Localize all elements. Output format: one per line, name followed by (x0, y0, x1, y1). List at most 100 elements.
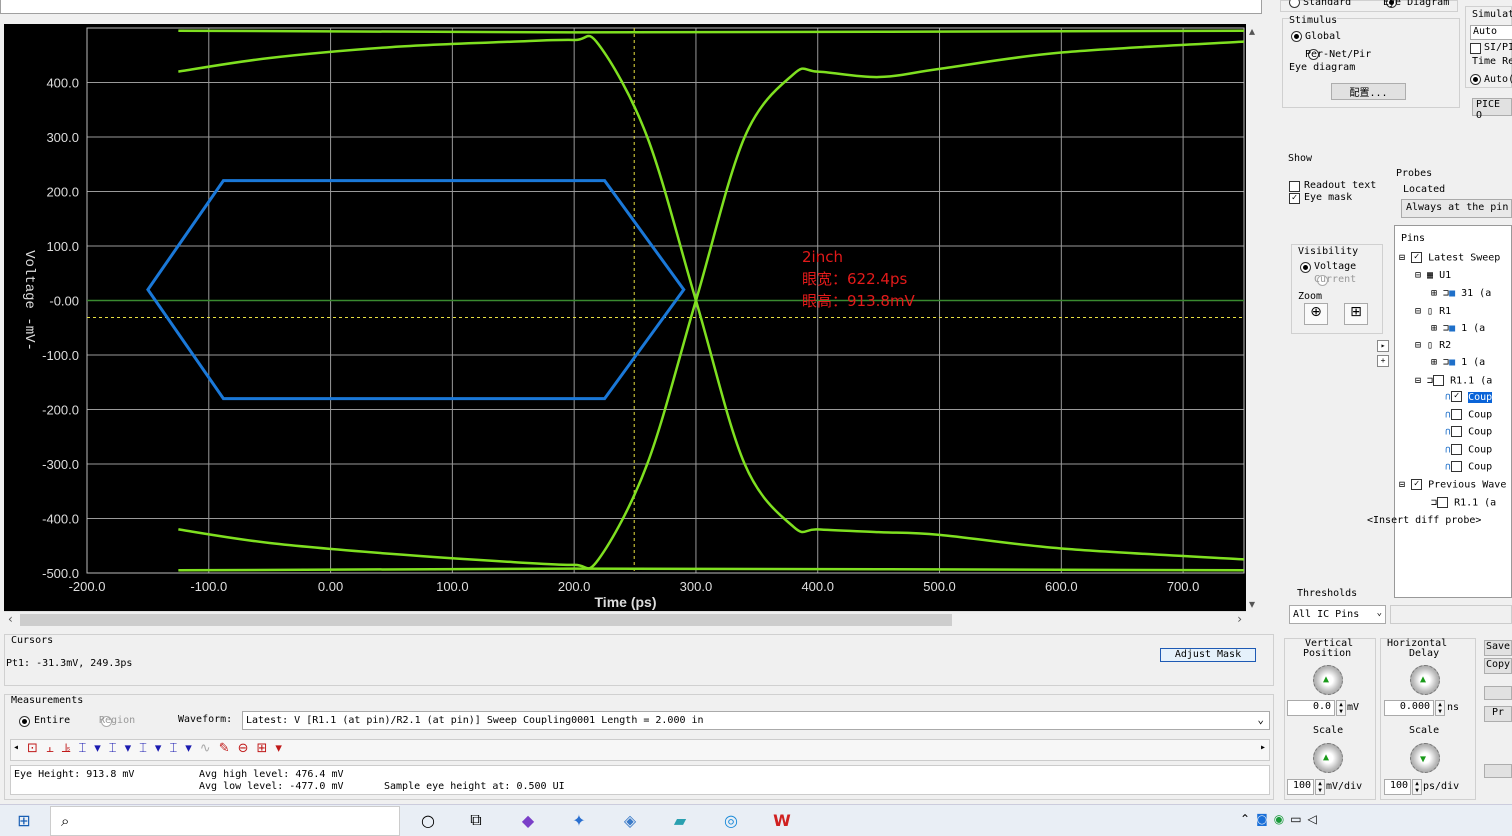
app-icon[interactable]: ✦ (565, 806, 593, 834)
tree-coupling-5[interactable]: ∩ Coup (1445, 461, 1492, 473)
delay-tool-icon[interactable]: ⊖ (238, 741, 257, 756)
y-tick-label: -500.0 (42, 566, 79, 581)
battery-icon[interactable]: ▭ (1290, 812, 1307, 826)
adjust-mask-button[interactable]: Adjust Mask (1160, 648, 1256, 662)
taskbar-search-box[interactable]: ⌕ (50, 806, 400, 836)
config-button[interactable]: 配置... (1331, 83, 1406, 100)
tree-latest-sweep[interactable]: ⊟ ✓ Latest Sweep (1399, 252, 1500, 264)
tree-u1[interactable]: ⊟ ▦ U1 (1415, 270, 1451, 281)
ringback-tool-icon[interactable]: ⌶▾ (169, 741, 199, 756)
visual-studio-icon[interactable]: ◆ (514, 806, 542, 834)
tree-r1-1[interactable]: ⊟ ⊐ R1.1 (a (1415, 375, 1492, 387)
scroll-left-icon[interactable]: ‹ (8, 612, 13, 626)
horizontal-scroll-thumb[interactable] (20, 614, 952, 626)
vertical-scale-input[interactable]: 100 (1287, 779, 1314, 795)
located-select[interactable]: Always at the pin (1401, 199, 1512, 218)
zoom-fit-icon[interactable]: ⊞ (1344, 303, 1368, 325)
toolbar-right-icon[interactable]: ▸ (1260, 742, 1266, 753)
tree-u1-pin[interactable]: ⊞ ⊐■ 31 (a (1431, 288, 1491, 299)
eye-diagram-plot[interactable]: -200.0 -100.0 0.00 100.0 200.0 300.0 400.0 500.… (4, 24, 1246, 611)
expand-panel-icon[interactable]: ▸ (1377, 340, 1389, 352)
edge-icon[interactable]: ◎ (717, 806, 745, 834)
entire-radio[interactable] (19, 716, 30, 727)
measurements-group: Measurements Entire Region Waveform: Lat… (4, 694, 1274, 800)
eye-diagram-label: Eye Diagram (1383, 0, 1450, 8)
standard-radio[interactable] (1289, 0, 1300, 8)
tray-up-icon[interactable]: ⌃ (1240, 812, 1256, 826)
pice-button[interactable]: PICE O (1472, 98, 1512, 121)
horizontal-delay-knob[interactable]: ▲ (1410, 665, 1440, 695)
scroll-up-icon[interactable]: ▴ (1249, 24, 1255, 38)
python-icon[interactable]: ◈ (616, 806, 644, 834)
tree-coupling-2[interactable]: ∩ Coup (1445, 409, 1492, 421)
pins-tree[interactable]: Pins ⊟ ✓ Latest Sweep ⊟ ▦ U1 ⊞ ⊐■ 31 (a … (1367, 225, 1512, 598)
measurement-tools[interactable]: ⊡⫠⫡⌶▾⌶▾⌶▾⌶▾∿✎⊖⊞▾ (27, 741, 290, 756)
vertical-position-knob[interactable]: ▲ (1313, 665, 1343, 695)
windows-start-icon[interactable]: ⊞ (10, 806, 38, 834)
task-view-icon[interactable]: ⧉ (462, 806, 490, 834)
horizontal-scale-spinner[interactable]: ▲ ▼ (1412, 779, 1422, 795)
vertical-scrollbar[interactable]: ▴ ▾ (1247, 24, 1261, 611)
vertical-scale-spinner[interactable]: ▲ ▼ (1315, 779, 1325, 795)
rise-time-tool-icon[interactable]: ⫠ (46, 741, 62, 756)
probe-tool-icon[interactable]: ✎ (219, 741, 238, 756)
voltage-radio[interactable] (1300, 262, 1311, 273)
horizontal-scale-input[interactable]: 100 (1384, 779, 1411, 795)
toolbar-left-icon[interactable]: ◂ (13, 742, 19, 753)
undershoot-tool-icon[interactable]: ⌶▾ (109, 741, 139, 756)
system-tray[interactable]: ⌃◙◉▭◁ (1240, 812, 1323, 826)
blank-button-2[interactable] (1484, 764, 1512, 778)
scroll-down-icon[interactable]: ▾ (1249, 597, 1255, 611)
fall-time-tool-icon[interactable]: ⫡ (62, 741, 79, 756)
x-tick-label: 500.0 (923, 579, 956, 594)
tree-previous-wave[interactable]: ⊟ ✓ Previous Wave (1399, 479, 1506, 491)
tree-r1-pin[interactable]: ⊞ ⊐■ 1 (a (1431, 323, 1485, 334)
tree-r2[interactable]: ⊟ ▯ R2 (1415, 340, 1451, 351)
chevron-down-icon: ⌄ (1376, 608, 1382, 618)
overshoot-tool-icon[interactable]: ⌶▾ (78, 741, 108, 756)
thresholds-select[interactable]: All IC Pins ⌄ (1289, 605, 1386, 624)
sim-select[interactable]: Auto (1470, 25, 1512, 40)
auto-label: Auto( (1484, 74, 1512, 85)
tray-app-icon[interactable]: ◙ (1256, 812, 1274, 826)
tree-r2-pin[interactable]: ⊞ ⊐■ 1 (a (1431, 357, 1485, 368)
zoom-in-icon[interactable]: ⊕ (1304, 303, 1328, 325)
eye-mask-checkbox[interactable]: ✓ (1289, 193, 1300, 204)
scroll-right-icon[interactable]: › (1237, 612, 1242, 626)
readout-text-checkbox[interactable] (1289, 181, 1300, 192)
tree-coupling-1[interactable]: ∩ ✓ Coup (1445, 391, 1493, 403)
vertical-position-input[interactable]: 0.0 (1287, 700, 1335, 716)
tree-coupling-4[interactable]: ∩ Coup (1445, 444, 1492, 456)
tree-coupling-3[interactable]: ∩ Coup (1445, 426, 1492, 438)
stimulus-title: Stimulus (1289, 15, 1338, 26)
cortana-icon[interactable]: ○ (414, 806, 442, 834)
wps-icon[interactable]: W (768, 806, 796, 834)
add-probe-icon[interactable]: + (1377, 355, 1389, 367)
tree-insert-diff-probe[interactable]: <Insert diff probe> (1367, 515, 1481, 526)
vertical-position-spinner[interactable]: ▲ ▼ (1336, 700, 1346, 716)
copy-button[interactable]: Copy (1484, 658, 1512, 674)
pins-title: Pins (1401, 233, 1426, 244)
vertical-scale-knob[interactable]: ▲ (1313, 743, 1343, 773)
auto-radio[interactable] (1470, 74, 1481, 85)
tree-r1[interactable]: ⊟ ▯ R1 (1415, 306, 1451, 317)
tree-prev-r1-1[interactable]: ⊐ R1.1 (a (1431, 497, 1496, 509)
eye-annotation-line-3: 眼高：913.8mV (802, 292, 916, 310)
thresholds-title: Thresholds (1297, 588, 1358, 599)
save-button[interactable]: Save (1484, 640, 1512, 656)
blank-button[interactable] (1484, 686, 1512, 700)
horizontal-delay-spinner[interactable]: ▲ ▼ (1435, 700, 1445, 716)
horizontal-scale-knob[interactable]: ▼ (1410, 743, 1440, 773)
top-input-bar[interactable] (0, 0, 1262, 14)
volume-icon[interactable]: ◁ (1308, 812, 1323, 826)
waveform-select[interactable]: Latest: V [R1.1 (at pin)/R2.1 (at pin)] … (242, 711, 1270, 730)
print-button[interactable]: Pr (1484, 706, 1512, 722)
eye-height-tool-icon[interactable]: ⊡ (27, 741, 46, 756)
settings-tool-icon[interactable]: ⊞▾ (257, 741, 290, 756)
si-pi-checkbox[interactable] (1470, 43, 1481, 54)
global-radio[interactable] (1291, 31, 1302, 42)
horizontal-delay-input[interactable]: 0.000 (1384, 700, 1434, 716)
noise-margin-tool-icon[interactable]: ⌶▾ (139, 741, 169, 756)
tray-wechat-icon[interactable]: ◉ (1274, 812, 1290, 826)
notepad-icon[interactable]: ▰ (666, 806, 694, 834)
